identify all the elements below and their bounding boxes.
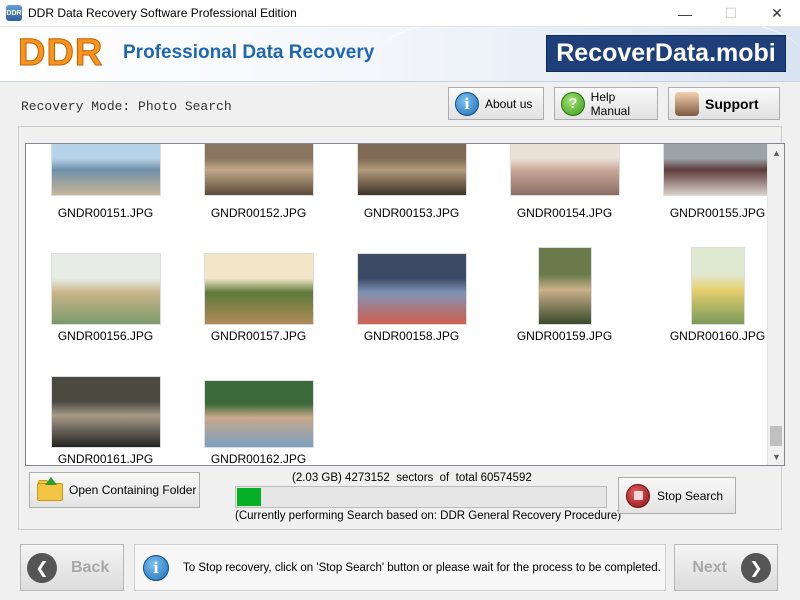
stop-search-label: Stop Search (657, 488, 724, 503)
about-us-button[interactable]: i About us (448, 87, 544, 120)
close-button[interactable]: ✕ (754, 0, 800, 27)
photo-filename: GNDR00152.JPG (210, 206, 307, 220)
site-logo: RecoverData.mobi (546, 35, 786, 72)
arrow-right-icon: ❯ (741, 552, 771, 583)
photo-image (203, 253, 314, 325)
maximize-button: ☐ (724, 5, 738, 21)
info-icon: i (455, 91, 479, 116)
support-person-icon (675, 91, 699, 116)
support-label: Support (705, 95, 759, 112)
window-title: DDR Data Recovery Software Professional … (28, 6, 297, 20)
photo-gallery[interactable]: GNDR00151.JPG GNDR00152.JPG GNDR00153.JPG G… (25, 143, 785, 466)
photo-filename: GNDR00155.JPG (669, 206, 766, 220)
back-label: Back (71, 558, 110, 576)
procedure-status: (Currently performing Search based on: D… (235, 510, 622, 522)
photo-filename: GNDR00156.JPG (57, 329, 154, 343)
title-bar: DDR DDR Data Recovery Software Professio… (0, 0, 800, 27)
help-manual-label: Help Manual (590, 89, 631, 118)
stop-icon (626, 483, 650, 508)
about-us-label: About us (485, 96, 533, 111)
next-label: Next (692, 558, 727, 576)
info-icon: i (143, 554, 169, 581)
scrollbar-thumb[interactable] (770, 426, 782, 446)
app-icon: DDR (6, 5, 22, 21)
header-banner: DDR Professional Data Recovery RecoverDa… (0, 27, 800, 82)
photo-filename: GNDR00154.JPG (516, 206, 613, 220)
photo-image (662, 144, 773, 196)
mode-bar: Recovery Mode: Photo Search i About us ?… (0, 82, 800, 126)
sectors-status: (2.03 GB) 4273152 sectors of total 60574… (292, 472, 532, 484)
photo-image (356, 253, 467, 325)
photo-filename: GNDR00162.JPG (210, 452, 307, 466)
arrow-left-icon: ❮ (27, 552, 57, 583)
photo-filename: GNDR00159.JPG (516, 329, 613, 343)
window-controls: — ☐ ✕ (662, 0, 800, 27)
minimize-button[interactable]: — (662, 0, 708, 27)
next-button[interactable]: Next ❯ (674, 544, 778, 591)
info-message: To Stop recovery, click on 'Stop Search'… (183, 561, 661, 574)
progress-fill (237, 488, 261, 506)
recovery-mode-label: Recovery Mode: Photo Search (21, 99, 232, 114)
stop-search-button[interactable]: Stop Search (618, 477, 736, 514)
help-icon: ? (561, 91, 585, 116)
ddr-logo: DDR (17, 32, 104, 75)
photo-filename: GNDR00158.JPG (363, 329, 460, 343)
photo-filename: GNDR00161.JPG (57, 452, 154, 466)
photo-image (50, 253, 161, 325)
scroll-up-icon[interactable]: ▲ (768, 144, 784, 161)
info-bar: i To Stop recovery, click on 'Stop Searc… (134, 544, 666, 591)
photo-image (203, 144, 314, 196)
photo-filename: GNDR00153.JPG (363, 206, 460, 220)
photo-filename: GNDR00157.JPG (210, 329, 307, 343)
folder-open-icon (37, 477, 63, 501)
scroll-down-icon[interactable]: ▼ (768, 448, 784, 465)
photo-image (537, 247, 592, 325)
vertical-scrollbar[interactable]: ▲ ▼ (767, 144, 784, 465)
open-folder-label: Open Containing Folder (69, 483, 197, 497)
photo-image (50, 376, 161, 448)
scan-progress-bar (235, 486, 607, 508)
photo-image (203, 380, 314, 448)
photo-filename: GNDR00151.JPG (57, 206, 154, 220)
photo-filename: GNDR00160.JPG (669, 329, 766, 343)
help-manual-button[interactable]: ? Help Manual (554, 87, 658, 120)
photo-image (50, 144, 161, 196)
photo-image (509, 144, 620, 196)
open-containing-folder-button[interactable]: Open Containing Folder (29, 472, 200, 508)
photo-image (356, 144, 467, 196)
support-button[interactable]: Support (668, 87, 780, 120)
back-button[interactable]: ❮ Back (20, 544, 124, 591)
banner-tagline: Professional Data Recovery (123, 42, 375, 63)
photo-image (690, 247, 745, 325)
